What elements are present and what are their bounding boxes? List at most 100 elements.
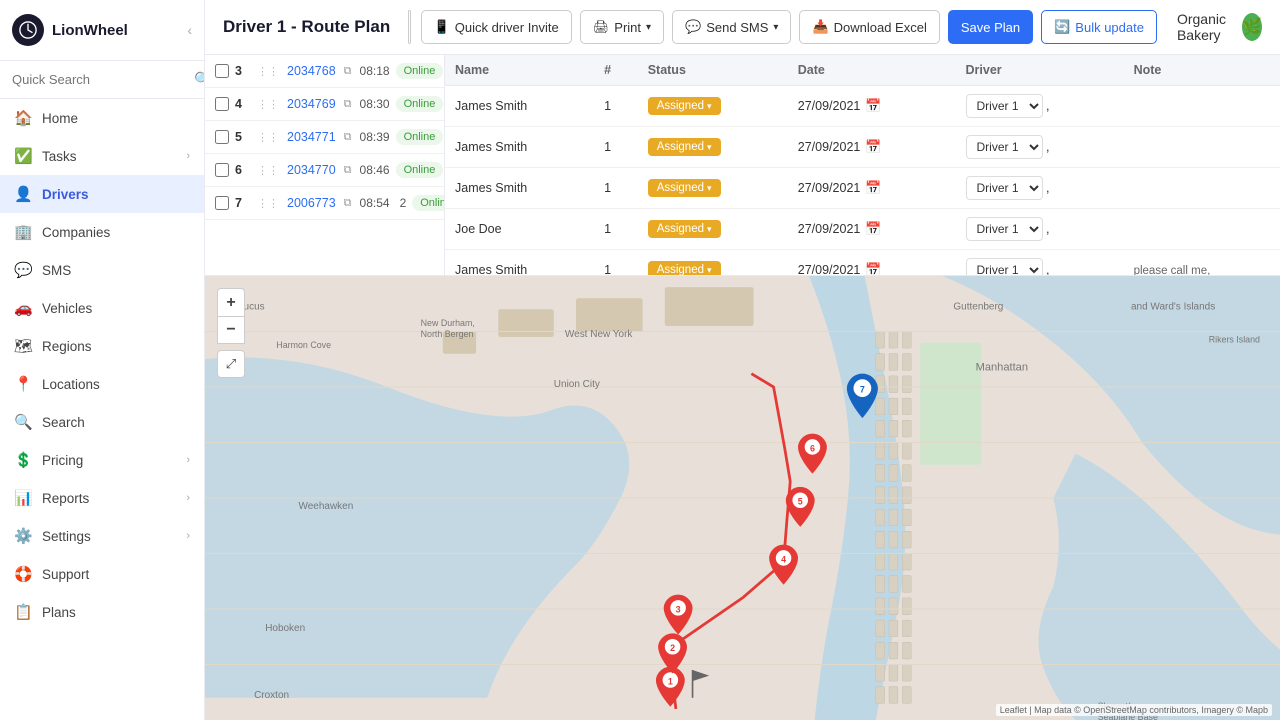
print-button[interactable]: 🖨 Print ▾ — [580, 10, 664, 44]
order-link[interactable]: 2034771 — [287, 130, 336, 144]
app-logo — [12, 14, 44, 46]
download-excel-button[interactable]: 📥 Download Excel — [799, 10, 939, 44]
table-area: 3 ⋮⋮ 2034768 ⧉ 08:18 Online 4 ⋮⋮ 2034769… — [205, 55, 1280, 276]
calendar-icon[interactable]: 📅 — [865, 139, 881, 155]
status-badge[interactable]: Assigned — [648, 179, 721, 197]
sidebar-item-locations[interactable]: 📍 Locations — [0, 365, 204, 403]
status-badge[interactable]: Assigned — [648, 220, 721, 238]
calendar-icon[interactable]: 📅 — [865, 180, 881, 196]
package-count: 1 — [594, 209, 638, 250]
svg-text:Hoboken: Hoboken — [265, 623, 305, 634]
route-list-item: 7 ⋮⋮ 2006773 ⧉ 08:54 2 Online — [205, 187, 444, 220]
zoom-out-button[interactable]: − — [217, 316, 245, 344]
sidebar-item-label: Drivers — [42, 187, 89, 202]
calendar-icon[interactable]: 📅 — [865, 221, 881, 237]
sidebar-header: LionWheel ‹ — [0, 0, 204, 61]
route-number: 3 — [235, 64, 249, 78]
sidebar-item-tasks[interactable]: ✅ Tasks › — [0, 137, 204, 175]
send-sms-button[interactable]: 💬 Send SMS ▾ — [672, 10, 791, 44]
quick-search-input[interactable] — [12, 72, 188, 87]
sidebar-item-pricing[interactable]: 💲 Pricing › — [0, 441, 204, 479]
drag-handle-icon[interactable]: ⋮⋮ — [257, 65, 279, 78]
status-badge[interactable]: Assigned — [648, 138, 721, 156]
quick-driver-invite-button[interactable]: 📱 Quick driver Invite — [421, 10, 572, 44]
drag-handle-icon[interactable]: ⋮⋮ — [257, 131, 279, 144]
route-list-item: 6 ⋮⋮ 2034770 ⧉ 08:46 Online — [205, 154, 444, 187]
assignee-name: James Smith — [445, 86, 594, 127]
map-area: 1 2 — [205, 276, 1280, 720]
save-plan-button[interactable]: Save Plan — [948, 10, 1033, 44]
sidebar-item-label: Tasks — [42, 149, 77, 164]
package-count: 1 — [594, 250, 638, 276]
copy-icon[interactable]: ⧉ — [344, 98, 352, 111]
note-cell — [1124, 168, 1280, 209]
calendar-icon[interactable]: 📅 — [865, 98, 881, 114]
company-logo: 🌿 — [1242, 13, 1262, 41]
copy-icon[interactable]: ⧉ — [344, 164, 352, 177]
route-time: 08:46 — [360, 163, 390, 177]
order-link[interactable]: 2034770 — [287, 163, 336, 177]
driver-select[interactable]: Driver 1 — [966, 258, 1043, 275]
sidebar-item-drivers[interactable]: 👤 Drivers — [0, 175, 204, 213]
sidebar-item-plans[interactable]: 📋 Plans — [0, 593, 204, 631]
sidebar-item-vehicles[interactable]: 🚗 Vehicles — [0, 289, 204, 327]
date-input[interactable] — [409, 11, 410, 43]
note-cell — [1124, 127, 1280, 168]
calendar-icon[interactable]: 📅 — [865, 262, 881, 275]
map-svg: 1 2 — [205, 276, 1280, 720]
status-badge[interactable]: Assigned — [648, 97, 721, 115]
route-list-item: 5 ⋮⋮ 2034771 ⧉ 08:39 Online — [205, 121, 444, 154]
route-status-badge: Online — [396, 63, 444, 79]
sidebar-item-support[interactable]: 🛟 Support — [0, 555, 204, 593]
driver-cell: Driver 1 , — [956, 168, 1124, 209]
driver-select[interactable]: Driver 1 — [966, 176, 1043, 200]
date-picker-wrapper: 📅 — [408, 10, 410, 44]
drag-handle-icon[interactable]: ⋮⋮ — [257, 197, 279, 210]
driver-select[interactable]: Driver 1 — [966, 94, 1043, 118]
sidebar-item-sms[interactable]: 💬 SMS — [0, 251, 204, 289]
drag-handle-icon[interactable]: ⋮⋮ — [257, 164, 279, 177]
driver-select[interactable]: Driver 1 — [966, 217, 1043, 241]
status-badge[interactable]: Assigned — [648, 261, 721, 275]
svg-text:Guttenberg: Guttenberg — [953, 301, 1003, 312]
sidebar-collapse-icon[interactable]: ‹ — [187, 22, 192, 38]
copy-icon[interactable]: ⧉ — [344, 65, 352, 78]
comma-separator: , — [1046, 140, 1049, 154]
driver-select[interactable]: Driver 1 — [966, 135, 1043, 159]
copy-icon[interactable]: ⧉ — [344, 131, 352, 144]
mobile-icon: 📱 — [434, 19, 450, 35]
sidebar-item-reports[interactable]: 📊 Reports › — [0, 479, 204, 517]
order-link[interactable]: 2034769 — [287, 97, 336, 111]
route-checkbox[interactable] — [215, 97, 229, 111]
zoom-in-button[interactable]: + — [217, 288, 245, 316]
plans-icon: 📋 — [14, 603, 32, 621]
comma-separator: , — [1046, 99, 1049, 113]
route-number: 4 — [235, 97, 249, 111]
order-link[interactable]: 2006773 — [287, 196, 336, 210]
sidebar-item-home[interactable]: 🏠 Home — [0, 99, 204, 137]
route-number: 7 — [235, 196, 249, 210]
route-checkbox[interactable] — [215, 130, 229, 144]
sidebar-item-regions[interactable]: 🗺 Regions — [0, 327, 204, 365]
svg-text:Manhattan: Manhattan — [976, 361, 1028, 373]
brand-name: LionWheel — [52, 22, 128, 39]
sidebar-item-settings[interactable]: ⚙️ Settings › — [0, 517, 204, 555]
sidebar-item-label: Reports — [42, 491, 89, 506]
drag-handle-icon[interactable]: ⋮⋮ — [257, 98, 279, 111]
copy-icon[interactable]: ⧉ — [344, 197, 352, 210]
map-expand-button[interactable]: ⤢ — [217, 350, 245, 378]
order-link[interactable]: 2034768 — [287, 64, 336, 78]
sidebar-item-search[interactable]: 🔍 Search — [0, 403, 204, 441]
route-checkbox[interactable] — [215, 163, 229, 177]
col-status: Status — [638, 55, 788, 86]
route-checkbox[interactable] — [215, 64, 229, 78]
search-icon[interactable]: 🔍 — [194, 71, 205, 88]
bulk-update-button[interactable]: 🔄 Bulk update — [1041, 10, 1157, 44]
route-time: 08:39 — [360, 130, 390, 144]
route-checkbox[interactable] — [215, 196, 229, 210]
assignee-name: Joe Doe — [445, 209, 594, 250]
home-icon: 🏠 — [14, 109, 32, 127]
sidebar-item-companies[interactable]: 🏢 Companies — [0, 213, 204, 251]
status-cell: Assigned — [638, 209, 788, 250]
support-icon: 🛟 — [14, 565, 32, 583]
